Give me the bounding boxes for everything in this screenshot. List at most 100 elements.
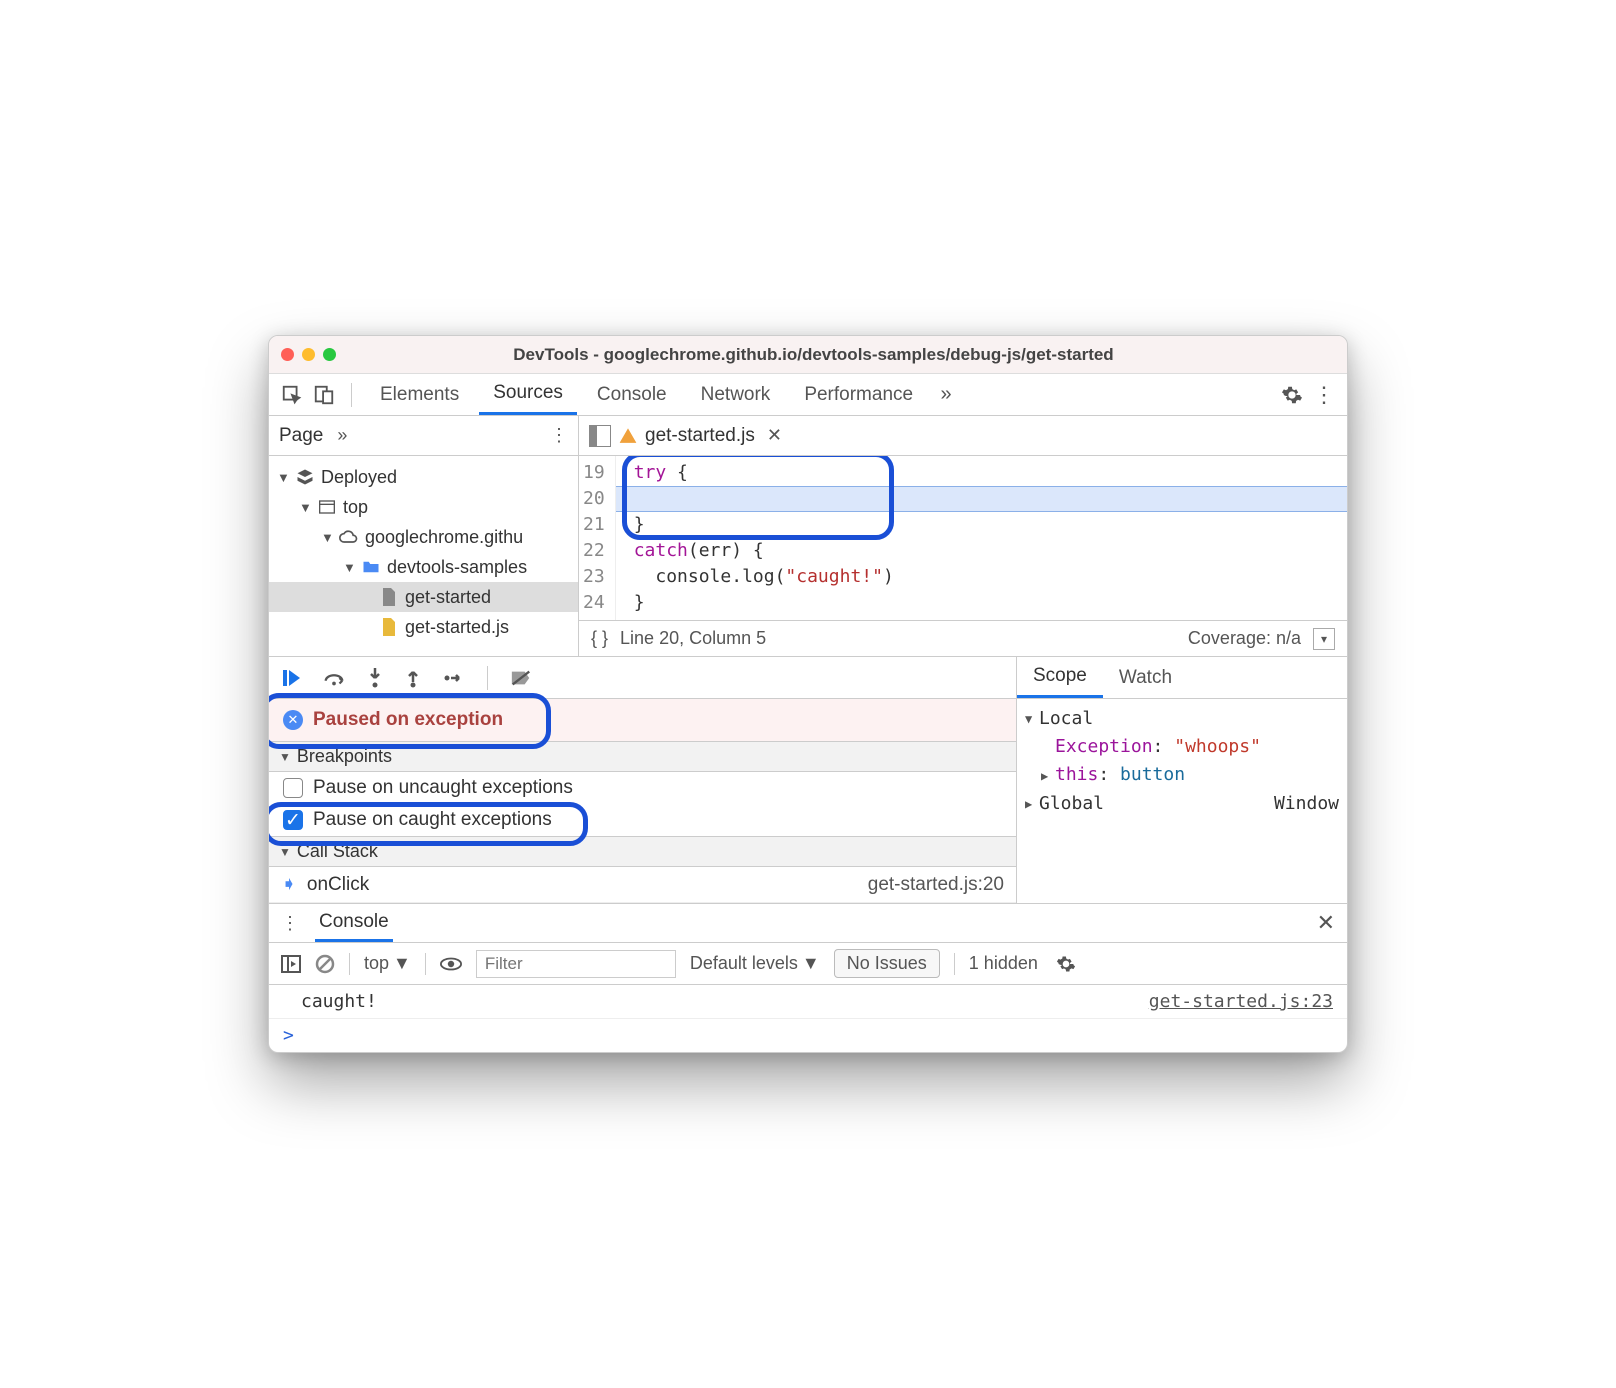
paused-message: Paused on exception bbox=[313, 709, 503, 731]
scope-this[interactable]: ▶this: button bbox=[1025, 761, 1339, 790]
context-selector[interactable]: top ▼ bbox=[364, 953, 411, 974]
editor-tabbar: get-started.js ✕ bbox=[579, 416, 1347, 455]
more-panes-icon[interactable]: » bbox=[337, 425, 347, 446]
coverage-label: Coverage: n/a bbox=[1188, 628, 1301, 649]
scope-local[interactable]: ▼Local bbox=[1025, 705, 1339, 733]
js-file-icon bbox=[379, 618, 399, 636]
main-tabbar: Elements Sources Console Network Perform… bbox=[269, 374, 1347, 416]
log-source-link[interactable]: get-started.js:23 bbox=[1149, 991, 1333, 1012]
toggle-navigator-icon[interactable] bbox=[589, 425, 611, 447]
page-pane-header: Page » ⋮ bbox=[269, 416, 579, 455]
coverage-dropdown-icon[interactable]: ▾ bbox=[1313, 628, 1335, 650]
tree-row-deployed[interactable]: ▼ Deployed bbox=[269, 462, 578, 492]
step-icon[interactable] bbox=[443, 671, 465, 685]
close-drawer-icon[interactable]: ✕ bbox=[1317, 910, 1335, 936]
paused-banner: ✕ Paused on exception bbox=[269, 699, 1016, 741]
debugger-right: Scope Watch ▼Local Exception: "whoops" ▶… bbox=[1017, 657, 1347, 903]
checkbox-uncaught[interactable] bbox=[283, 778, 303, 798]
code-editor: 19202122232425 try { throw "whoops"; } c… bbox=[579, 456, 1347, 656]
callstack-frame[interactable]: ➧ onClick get-started.js:20 bbox=[269, 867, 1016, 903]
more-tabs-icon[interactable]: » bbox=[933, 382, 959, 408]
callstack-header[interactable]: ▼Call Stack bbox=[269, 836, 1016, 867]
tab-console[interactable]: Console bbox=[583, 374, 681, 415]
code-lines: try { throw "whoops"; } catch(err) { con… bbox=[616, 456, 1347, 620]
zoom-window-button[interactable] bbox=[323, 348, 336, 361]
close-tab-icon[interactable]: ✕ bbox=[767, 425, 782, 446]
tab-elements[interactable]: Elements bbox=[366, 374, 473, 415]
kebab-menu-icon[interactable]: ⋮ bbox=[1311, 382, 1337, 408]
paused-info-icon: ✕ bbox=[283, 710, 303, 730]
hidden-count[interactable]: 1 hidden bbox=[969, 953, 1038, 974]
file-icon bbox=[379, 588, 399, 606]
console-body: caught! get-started.js:23 > bbox=[269, 985, 1347, 1052]
line-gutter: 19202122232425 bbox=[579, 456, 616, 620]
divider bbox=[351, 383, 352, 407]
console-sidebar-icon[interactable] bbox=[281, 955, 301, 973]
folder-icon bbox=[361, 560, 381, 574]
editor-tab-filename[interactable]: get-started.js bbox=[645, 425, 755, 447]
scope-body: ▼Local Exception: "whoops" ▶this: button… bbox=[1017, 699, 1347, 824]
scope-global[interactable]: ▶Global Window bbox=[1025, 790, 1339, 818]
scope-tabs: Scope Watch bbox=[1017, 657, 1347, 699]
step-out-icon[interactable] bbox=[405, 668, 421, 688]
drawer-header: ⋮ Console ✕ bbox=[269, 903, 1347, 943]
tree-row-file-js[interactable]: get-started.js bbox=[269, 612, 578, 642]
sources-body: ▼ Deployed ▼ top ▼ googlechrome.githu ▼ … bbox=[269, 456, 1347, 656]
debugger-toolbar bbox=[269, 657, 1016, 699]
device-toggle-icon[interactable] bbox=[311, 382, 337, 408]
drawer-tab-console[interactable]: Console bbox=[315, 904, 393, 942]
step-into-icon[interactable] bbox=[367, 668, 383, 688]
checkbox-caught[interactable]: ✓ bbox=[283, 810, 303, 830]
levels-selector[interactable]: Default levels ▼ bbox=[690, 953, 820, 974]
frame-icon bbox=[317, 500, 337, 514]
bp-uncaught-row[interactable]: Pause on uncaught exceptions bbox=[269, 772, 1016, 804]
drawer-menu-icon[interactable]: ⋮ bbox=[281, 913, 299, 934]
clear-console-icon[interactable] bbox=[315, 954, 335, 974]
settings-icon[interactable] bbox=[1279, 382, 1305, 408]
tree-row-file-html[interactable]: get-started bbox=[269, 582, 578, 612]
file-tree: ▼ Deployed ▼ top ▼ googlechrome.githu ▼ … bbox=[269, 456, 579, 656]
issues-button[interactable]: No Issues bbox=[834, 949, 940, 978]
cloud-icon bbox=[339, 530, 359, 544]
tree-row-top[interactable]: ▼ top bbox=[269, 492, 578, 522]
live-expression-icon[interactable] bbox=[440, 957, 462, 971]
braces-icon[interactable]: { } bbox=[591, 628, 608, 649]
filter-input[interactable] bbox=[476, 950, 676, 978]
inspect-icon[interactable] bbox=[279, 382, 305, 408]
tree-row-folder[interactable]: ▼ devtools-samples bbox=[269, 552, 578, 582]
deactivate-breakpoints-icon[interactable] bbox=[510, 669, 532, 687]
deployed-icon bbox=[295, 468, 315, 486]
tab-sources[interactable]: Sources bbox=[479, 374, 577, 415]
breakpoints-header[interactable]: ▼Breakpoints bbox=[269, 741, 1016, 772]
console-toolbar: top ▼ Default levels ▼ No Issues 1 hidde… bbox=[269, 943, 1347, 985]
scope-exception: Exception: "whoops" bbox=[1025, 733, 1339, 761]
console-prompt[interactable]: > bbox=[269, 1019, 1347, 1052]
devtools-window: DevTools - googlechrome.github.io/devtoo… bbox=[268, 335, 1348, 1053]
page-pane-menu-icon[interactable]: ⋮ bbox=[550, 425, 568, 446]
cursor-position: Line 20, Column 5 bbox=[620, 628, 766, 649]
tab-network[interactable]: Network bbox=[687, 374, 785, 415]
sources-subheader: Page » ⋮ get-started.js ✕ bbox=[269, 416, 1347, 456]
editor-statusbar: { } Line 20, Column 5 Coverage: n/a ▾ bbox=[579, 620, 1347, 656]
code-area[interactable]: 19202122232425 try { throw "whoops"; } c… bbox=[579, 456, 1347, 620]
tab-performance[interactable]: Performance bbox=[790, 374, 927, 415]
tab-watch[interactable]: Watch bbox=[1103, 657, 1188, 698]
resume-icon[interactable] bbox=[281, 668, 301, 688]
titlebar: DevTools - googlechrome.github.io/devtoo… bbox=[269, 336, 1347, 374]
step-over-icon[interactable] bbox=[323, 669, 345, 687]
bp-caught-row[interactable]: ✓ Pause on caught exceptions bbox=[269, 804, 1016, 836]
console-settings-icon[interactable] bbox=[1056, 954, 1076, 974]
page-pane-label[interactable]: Page bbox=[279, 425, 323, 447]
toolbar-divider bbox=[487, 666, 488, 690]
tab-scope[interactable]: Scope bbox=[1017, 657, 1103, 698]
warning-icon bbox=[619, 427, 637, 445]
current-frame-icon: ➧ bbox=[281, 873, 297, 896]
console-log-line[interactable]: caught! get-started.js:23 bbox=[269, 985, 1347, 1019]
traffic-lights bbox=[281, 348, 336, 361]
minimize-window-button[interactable] bbox=[302, 348, 315, 361]
debugger-left: ✕ Paused on exception ▼Breakpoints Pause… bbox=[269, 657, 1017, 903]
window-title: DevTools - googlechrome.github.io/devtoo… bbox=[352, 345, 1275, 365]
debugger-pane: ✕ Paused on exception ▼Breakpoints Pause… bbox=[269, 656, 1347, 903]
close-window-button[interactable] bbox=[281, 348, 294, 361]
tree-row-origin[interactable]: ▼ googlechrome.githu bbox=[269, 522, 578, 552]
